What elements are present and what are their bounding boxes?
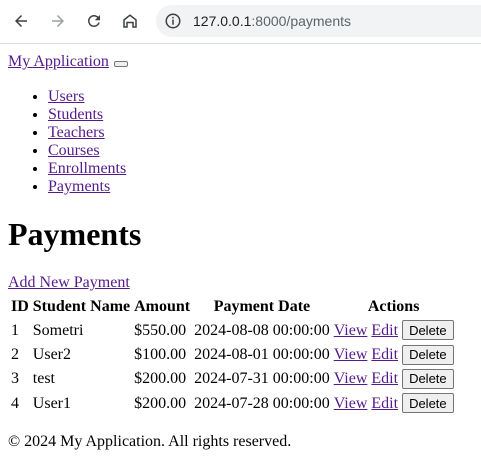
cell-amount: $550.00 [134, 321, 187, 339]
cell-edit: Edit [370, 343, 399, 365]
nav-link-students[interactable]: Students [48, 106, 103, 123]
table-row: 2 User2 $100.00 2024-08-01 00:00:00 View… [10, 343, 455, 365]
payments-table: ID Student Name Amount Payment Date Acti… [8, 294, 457, 416]
view-link[interactable]: View [334, 395, 368, 412]
table-row: 3 test $200.00 2024-07-31 00:00:00 View … [10, 368, 455, 390]
cell-id: 1 [11, 321, 19, 339]
reload-button[interactable] [81, 8, 107, 34]
url-host: 127.0.0.1 [193, 13, 252, 29]
cell-amount: $200.00 [134, 370, 187, 388]
cell-payment-date: 2024-07-31 00:00:00 [194, 370, 330, 388]
cell-student-name: User1 [32, 394, 71, 412]
back-button[interactable] [8, 8, 34, 34]
cell-amount: $100.00 [134, 345, 187, 363]
table-header-row: ID Student Name Amount Payment Date Acti… [10, 296, 455, 317]
header-amount: Amount [134, 298, 191, 315]
arrow-left-icon [15, 15, 27, 27]
nav-link-payments[interactable]: Payments [48, 178, 110, 195]
forward-button[interactable] [45, 8, 71, 34]
home-button[interactable] [117, 8, 143, 34]
view-link[interactable]: View [334, 346, 368, 363]
cell-view: View [333, 368, 369, 390]
cell-payment-date: 2024-07-28 00:00:00 [194, 394, 330, 412]
home-icon [123, 14, 137, 28]
cell-delete: Delete [401, 392, 455, 414]
delete-button[interactable]: Delete [402, 368, 454, 389]
cell-amount: $200.00 [134, 394, 187, 412]
cell-id: 4 [11, 394, 19, 412]
browser-toolbar: 127.0.0.1:8000/payments [0, 0, 481, 44]
reload-icon [87, 14, 100, 27]
edit-link[interactable]: Edit [371, 346, 398, 363]
cell-id: 2 [11, 345, 19, 363]
cell-delete: Delete [401, 343, 455, 365]
view-link[interactable]: View [334, 322, 368, 339]
header-student-name: Student Name [32, 298, 131, 315]
nav-link-users[interactable]: Users [48, 88, 84, 105]
cell-edit: Edit [370, 392, 399, 414]
nav-item-enrollments: Enrollments [48, 160, 481, 178]
navbar: My Application [8, 52, 481, 72]
cell-delete: Delete [401, 319, 455, 341]
site-info-icon[interactable] [164, 12, 182, 30]
nav-link-enrollments[interactable]: Enrollments [48, 160, 126, 177]
delete-button[interactable]: Delete [402, 344, 454, 365]
view-link[interactable]: View [334, 370, 368, 387]
add-new-payment-link[interactable]: Add New Payment [8, 274, 130, 292]
nav-link-teachers[interactable]: Teachers [48, 124, 105, 141]
edit-link[interactable]: Edit [371, 370, 398, 387]
cell-student-name: test [32, 370, 55, 388]
cell-student-name: User2 [32, 345, 71, 363]
page-content: My Application Users Students Teachers C… [8, 52, 481, 450]
header-actions: Actions [367, 298, 420, 315]
cell-payment-date: 2024-08-01 00:00:00 [194, 345, 330, 363]
delete-button[interactable]: Delete [402, 393, 454, 414]
navbar-toggler-button[interactable] [113, 61, 128, 67]
header-payment-date: Payment Date [213, 298, 311, 315]
cell-view: View [333, 319, 369, 341]
table-row: 1 Sometri $550.00 2024-08-08 00:00:00 Vi… [10, 319, 455, 341]
nav-item-users: Users [48, 88, 481, 106]
footer-text: © 2024 My Application. All rights reserv… [8, 433, 292, 450]
nav-item-courses: Courses [48, 142, 481, 160]
delete-button[interactable]: Delete [402, 320, 454, 341]
address-bar[interactable]: 127.0.0.1:8000/payments [156, 5, 481, 37]
cell-view: View [333, 343, 369, 365]
nav-item-teachers: Teachers [48, 124, 481, 142]
nav-item-students: Students [48, 106, 481, 124]
edit-link[interactable]: Edit [371, 322, 398, 339]
edit-link[interactable]: Edit [371, 395, 398, 412]
page-title: Payments [8, 216, 142, 252]
arrow-right-icon [52, 15, 64, 27]
header-id: ID [11, 298, 29, 315]
cell-edit: Edit [370, 319, 399, 341]
cell-payment-date: 2024-08-08 00:00:00 [194, 321, 330, 339]
cell-student-name: Sometri [32, 321, 84, 339]
brand-link[interactable]: My Application [8, 53, 109, 71]
cell-edit: Edit [370, 368, 399, 390]
cell-id: 3 [11, 370, 19, 388]
url-text[interactable]: 127.0.0.1:8000/payments [193, 12, 351, 30]
nav-link-courses[interactable]: Courses [48, 142, 100, 159]
cell-delete: Delete [401, 368, 455, 390]
nav-item-payments: Payments [48, 178, 481, 196]
table-row: 4 User1 $200.00 2024-07-28 00:00:00 View… [10, 392, 455, 414]
nav-menu: Users Students Teachers Courses Enrollme… [8, 88, 481, 196]
url-path: :8000/payments [251, 13, 352, 29]
cell-view: View [333, 392, 369, 414]
